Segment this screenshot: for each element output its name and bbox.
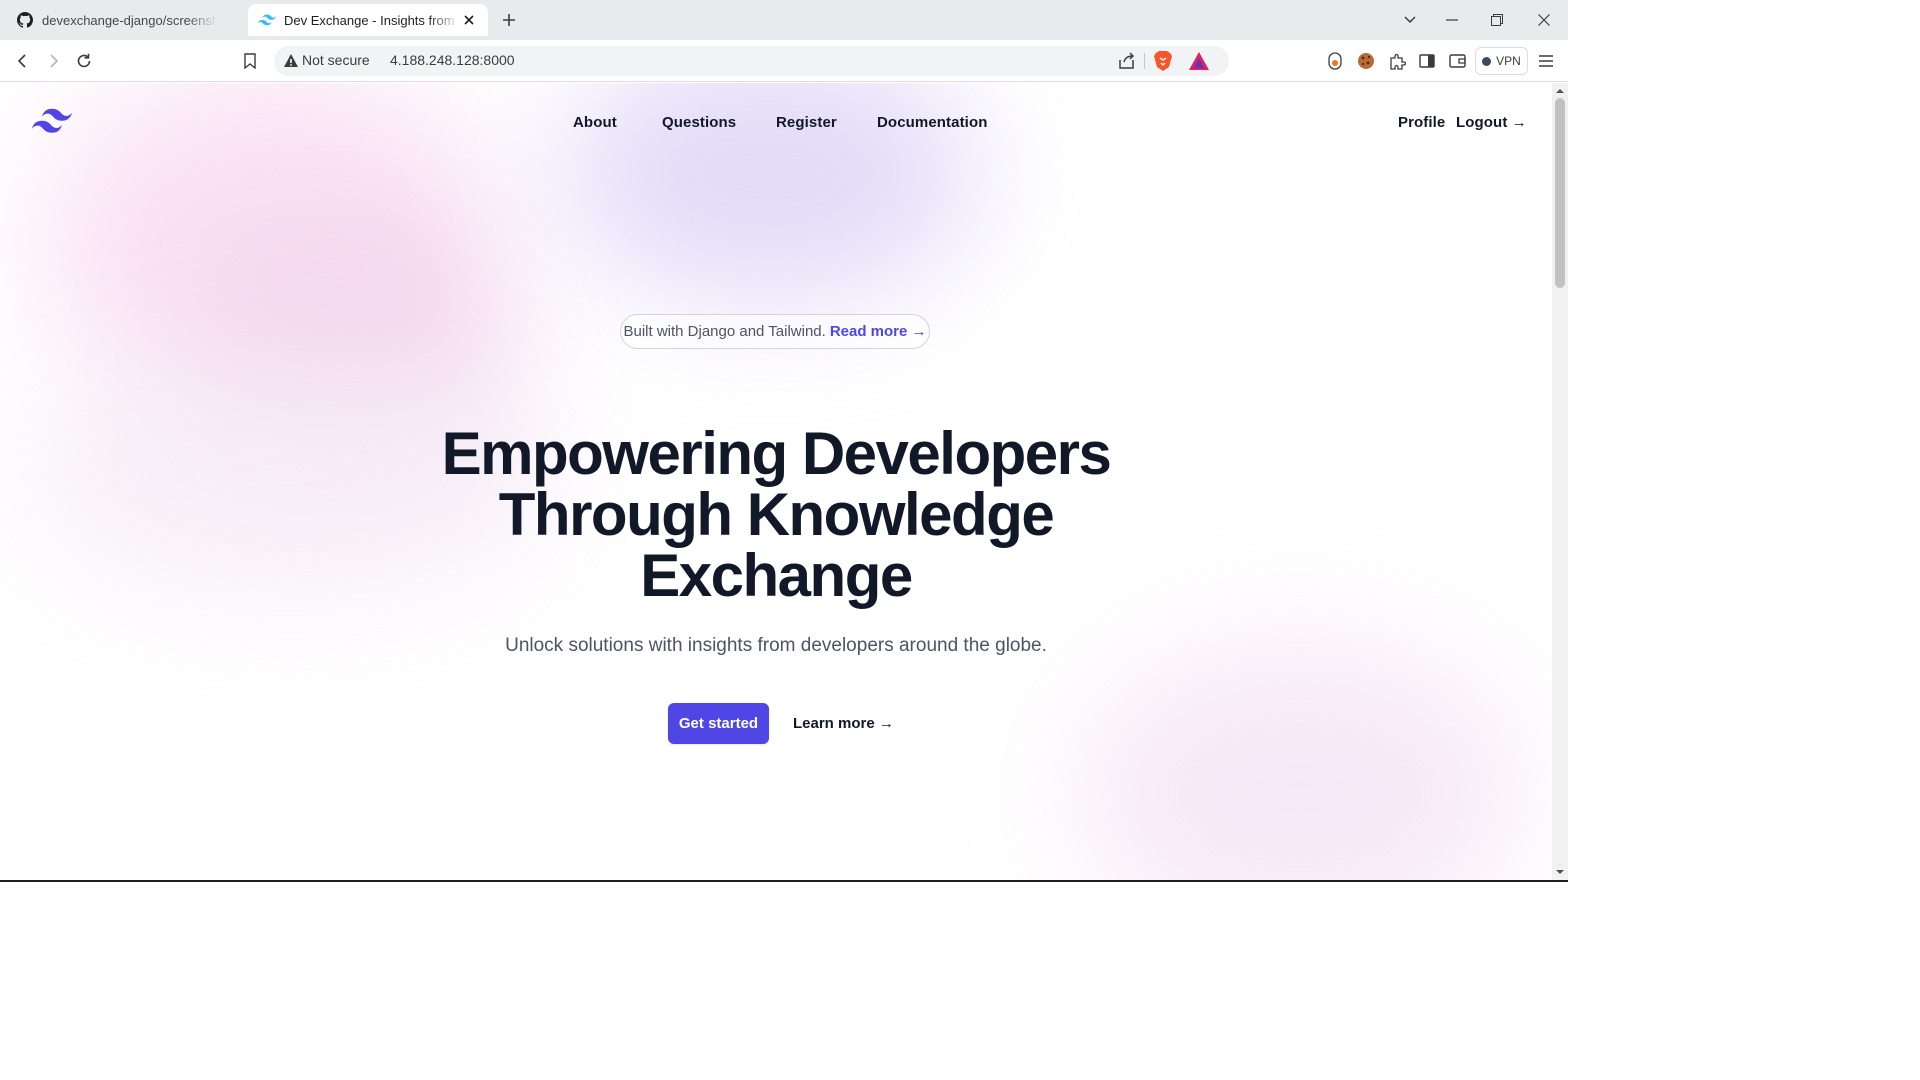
forward-icon[interactable] <box>42 50 64 72</box>
hero-heading: Empowering Developers Through Knowledge … <box>376 423 1176 606</box>
cookie-icon[interactable] <box>1355 50 1377 72</box>
nav-documentation[interactable]: Documentation <box>877 114 987 131</box>
hero-heading-line: Through Knowledge <box>498 481 1055 548</box>
page-viewport: About Questions Register Documentation P… <box>0 83 1552 880</box>
reload-icon[interactable] <box>73 50 95 72</box>
read-more-link[interactable]: Read more → <box>830 323 927 340</box>
learn-more-link[interactable]: Learn more → <box>793 715 894 732</box>
wallet-icon[interactable] <box>1446 50 1468 72</box>
nav-register[interactable]: Register <box>776 114 837 131</box>
scroll-down-icon[interactable] <box>1556 868 1564 876</box>
page-scrollbar[interactable] <box>1552 83 1568 880</box>
extension-icon[interactable] <box>1324 50 1346 72</box>
hero-subtitle: Unlock solutions with insights from deve… <box>505 635 1047 656</box>
brave-rewards-icon[interactable] <box>1188 51 1210 71</box>
tab-dev-exchange[interactable]: Dev Exchange - Insights from d <box>248 4 488 36</box>
scrollbar-thumb[interactable] <box>1555 98 1565 288</box>
nav-questions[interactable]: Questions <box>662 114 736 131</box>
new-tab-button[interactable] <box>498 9 520 31</box>
bookmark-icon[interactable] <box>239 50 261 72</box>
get-started-button[interactable]: Get started <box>668 703 769 744</box>
address-bar[interactable]: Not secure 4.188.248.128:8000 <box>274 46 1229 76</box>
tailwind-icon <box>258 11 276 29</box>
nav-profile[interactable]: Profile <box>1398 114 1445 131</box>
sidebar-icon[interactable] <box>1416 50 1438 72</box>
scroll-up-icon[interactable] <box>1556 87 1564 95</box>
tab-search-icon[interactable] <box>1400 10 1420 30</box>
close-icon[interactable] <box>460 11 478 29</box>
vpn-status-icon <box>1482 56 1492 66</box>
browser-tab-strip: devexchange-django/screenshots a Dev Exc… <box>0 0 1568 40</box>
background-gradient <box>40 83 500 423</box>
extensions-puzzle-icon[interactable] <box>1386 50 1408 72</box>
menu-icon[interactable] <box>1535 50 1557 72</box>
vpn-label: VPN <box>1496 54 1521 68</box>
hero-heading-line: Exchange <box>640 542 913 609</box>
brave-shields-icon[interactable] <box>1152 50 1174 72</box>
tab-title: Dev Exchange - Insights from d <box>284 12 460 28</box>
announcement-text: Built with Django and Tailwind. <box>623 323 826 340</box>
hero-heading-line: Empowering Developers <box>441 420 1112 487</box>
tab-github[interactable]: devexchange-django/screenshots a <box>8 4 240 36</box>
restore-icon[interactable] <box>1487 10 1507 30</box>
window-bottom-edge <box>0 880 1568 882</box>
share-icon[interactable] <box>1117 51 1137 71</box>
vpn-button[interactable]: VPN <box>1475 47 1528 75</box>
browser-toolbar: Not secure 4.188.248.128:8000 VPN <box>0 40 1568 82</box>
nav-about[interactable]: About <box>573 114 617 131</box>
url-text[interactable]: 4.188.248.128:8000 <box>390 52 515 68</box>
divider <box>1144 53 1145 69</box>
logout-link[interactable]: Logout → <box>1456 114 1527 131</box>
tab-title: devexchange-django/screenshots a <box>42 12 218 28</box>
tailwind-logo-icon[interactable] <box>32 108 72 134</box>
back-icon[interactable] <box>12 50 34 72</box>
close-window-icon[interactable] <box>1534 10 1554 30</box>
minimize-icon[interactable] <box>1442 10 1462 30</box>
github-icon <box>16 11 34 29</box>
announcement-badge: Built with Django and Tailwind. Read mor… <box>620 314 930 349</box>
security-status[interactable]: Not secure <box>302 52 370 68</box>
warning-icon[interactable] <box>283 53 299 69</box>
background-gradient <box>1080 643 1520 880</box>
